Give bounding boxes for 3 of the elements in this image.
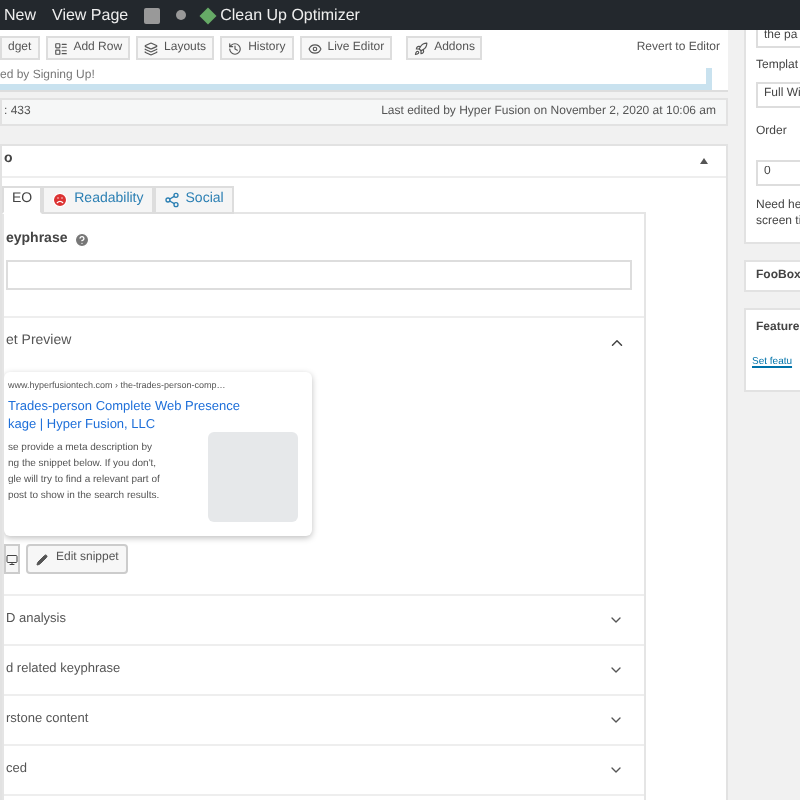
admin-bar-link[interactable]: Clean Up Optimizer xyxy=(202,3,360,27)
admin-bar-link[interactable]: New xyxy=(4,3,37,27)
admin-bar-link[interactable]: View Page xyxy=(52,3,129,27)
